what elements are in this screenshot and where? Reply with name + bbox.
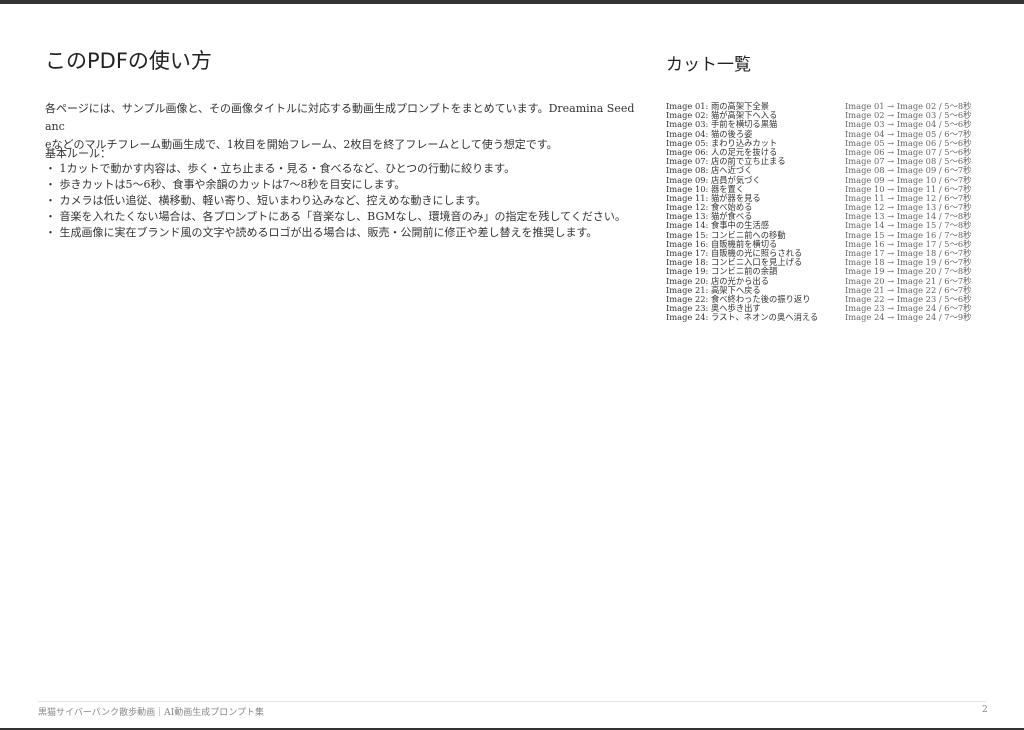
rule-item: 生成画像に実在ブランド風の文字や読めるロゴが出る場合は、販売・公開前に修正や差し…: [45, 225, 645, 241]
cut-list: Image 01: 雨の高架下全景 Image 01 → Image 02 / 5…: [666, 101, 971, 323]
cut-list-title: カット一覧: [666, 55, 751, 75]
rule-item: 歩きカットは5〜6秒、食事や余韻のカットは7〜8秒を目安にします。: [45, 177, 645, 193]
intro-line-2: eなどのマルチフレーム動画生成で、1枚目を開始フレーム、2枚目を終了フレームとし…: [45, 138, 558, 151]
page-title: このPDFの使い方: [45, 49, 212, 73]
footer-title: 黒猫サイバーパンク散歩動画｜AI動画生成プロンプト集: [38, 708, 264, 718]
intro-paragraph: 各ページには、サンプル画像と、その画像タイトルに対応する動画生成プロンプトをまと…: [45, 100, 635, 154]
intro-line-1: 各ページには、サンプル画像と、その画像タイトルに対応する動画生成プロンプトをまと…: [45, 102, 635, 133]
cut-title: Image 24: ラスト、ネオンの奥へ消える: [666, 312, 819, 323]
cut-list-item: Image 24: ラスト、ネオンの奥へ消える Image 24 → Image …: [666, 312, 971, 323]
rule-item: カメラは低い追従、横移動、軽い寄り、短いまわり込みなど、控えめな動きにします。: [45, 193, 645, 209]
rules-heading: 基本ルール：: [45, 147, 111, 160]
top-border: [0, 0, 1024, 4]
rules-list: 1カットで動かす内容は、歩く・立ち止まる・見る・食べるなど、ひとつの行動に絞りま…: [45, 161, 645, 241]
cut-frame-range: Image 24 → Image 24 / 7〜9秒: [845, 312, 972, 323]
rule-item: 音楽を入れたくない場合は、各プロンプトにある「音楽なし、BGMなし、環境音のみ」…: [45, 209, 645, 225]
footer-divider: [38, 701, 986, 702]
rule-item: 1カットで動かす内容は、歩く・立ち止まる・見る・食べるなど、ひとつの行動に絞りま…: [45, 161, 645, 177]
page-number: 2: [982, 705, 988, 715]
